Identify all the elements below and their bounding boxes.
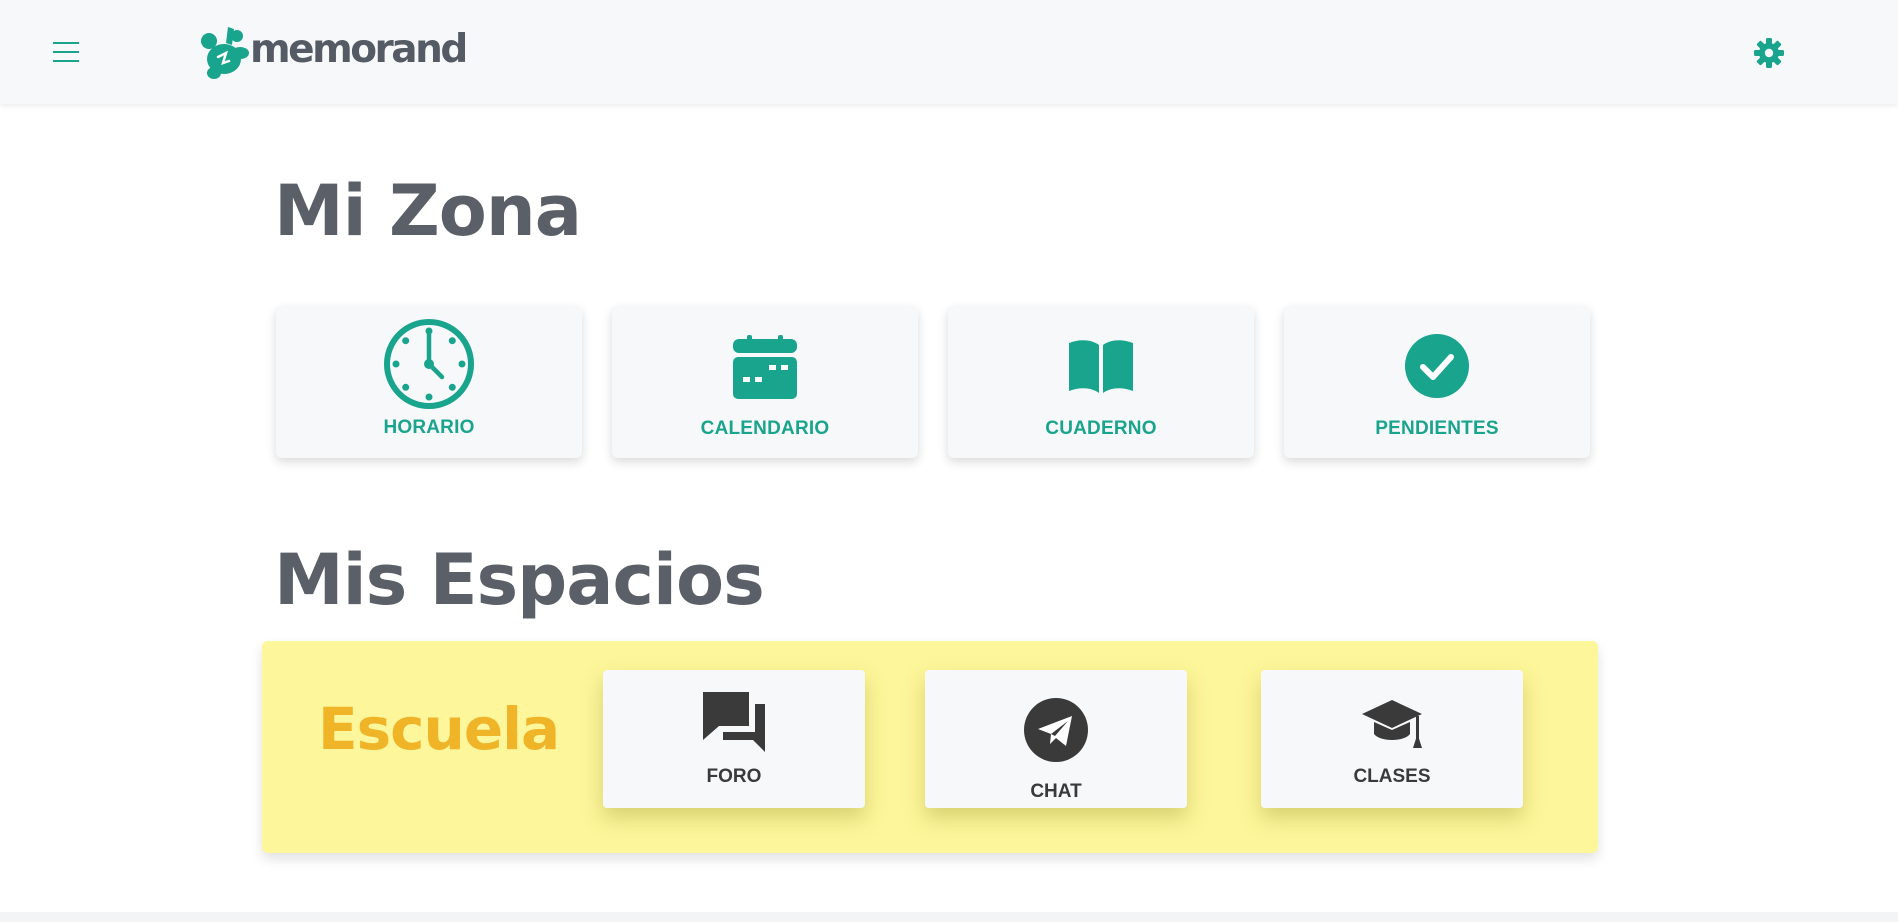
gear-icon[interactable] (1753, 37, 1785, 69)
horario-label: HORARIO (383, 417, 475, 438)
pendientes-label: PENDIENTES (1375, 418, 1499, 439)
mi-zona-title: Mi Zona (274, 170, 582, 252)
top-navbar: memorand (0, 0, 1898, 104)
check-circle-icon (1405, 334, 1469, 398)
calendario-label: CALENDARIO (700, 418, 830, 439)
calendario-card[interactable]: CALENDARIO (612, 306, 918, 458)
escuela-space-panel: Escuela FORO CHAT CLASES (262, 641, 1598, 853)
hamburger-menu-icon[interactable] (48, 38, 84, 66)
clases-label: CLASES (1353, 766, 1431, 787)
mis-espacios-title: Mis Espacios (274, 539, 765, 621)
space-name[interactable]: Escuela (318, 695, 560, 763)
brand-name: memorand (250, 26, 468, 72)
memorand-mascot-icon (201, 27, 249, 79)
cuaderno-label: CUADERNO (1045, 418, 1157, 439)
memorand-logo[interactable]: memorand (196, 22, 468, 82)
book-icon (1069, 340, 1133, 393)
pendientes-card[interactable]: PENDIENTES (1284, 306, 1590, 458)
foro-card[interactable]: FORO (603, 670, 865, 808)
footer-strip (0, 912, 1898, 922)
chat-label: CHAT (1030, 781, 1082, 802)
cuaderno-card[interactable]: CUADERNO (948, 306, 1254, 458)
telegram-icon (1024, 698, 1088, 762)
graduation-cap-icon (1362, 700, 1422, 748)
calendar-icon (733, 335, 797, 399)
forum-icon (703, 692, 765, 752)
clases-card[interactable]: CLASES (1261, 670, 1523, 808)
chat-card[interactable]: CHAT (925, 670, 1187, 808)
foro-label: FORO (706, 766, 762, 787)
horario-card[interactable]: HORARIO (276, 306, 582, 458)
clock-icon (384, 319, 474, 409)
